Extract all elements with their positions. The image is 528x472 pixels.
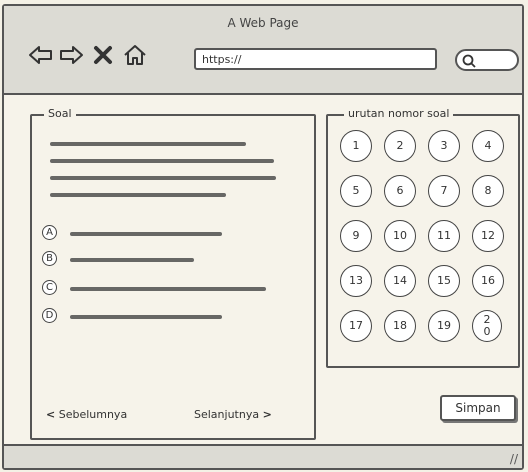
question-number-button[interactable]: 11	[428, 220, 460, 252]
browser-toolbar: A Web Page https://	[4, 6, 522, 95]
question-number-button[interactable]: 9	[340, 220, 372, 252]
option-c-text	[70, 287, 266, 291]
home-icon[interactable]	[122, 42, 148, 68]
question-number-button[interactable]: 8	[472, 175, 504, 207]
question-number-button[interactable]: 10	[384, 220, 416, 252]
question-number-button[interactable]: 4	[472, 130, 504, 162]
option-c-radio[interactable]: C	[42, 280, 57, 295]
option-d-radio[interactable]: D	[42, 308, 57, 323]
question-text-line	[50, 159, 274, 163]
question-number-button[interactable]: 18	[384, 310, 416, 342]
question-number-button[interactable]: 19	[428, 310, 460, 342]
save-button[interactable]: Simpan	[440, 395, 516, 421]
previous-label: Sebelumnya	[58, 408, 128, 421]
question-number-button[interactable]: 14	[384, 265, 416, 297]
option-b-text	[70, 258, 194, 262]
question-number-button[interactable]: 12	[472, 220, 504, 252]
question-panel-legend: Soal	[44, 107, 76, 120]
search-icon	[462, 54, 476, 68]
option-b-radio[interactable]: B	[42, 251, 57, 266]
question-text-line	[50, 176, 276, 180]
question-number-button[interactable]: 17	[340, 310, 372, 342]
option-d-text	[70, 315, 222, 319]
back-arrow-icon[interactable]	[28, 42, 54, 68]
status-bar: //	[4, 444, 522, 468]
question-number-button[interactable]: 15	[428, 265, 460, 297]
question-number-button[interactable]: 7	[428, 175, 460, 207]
next-button[interactable]: Selanjutnya >	[194, 408, 272, 421]
question-number-button[interactable]: 6	[384, 175, 416, 207]
question-number-button[interactable]: 3	[428, 130, 460, 162]
question-number-button[interactable]: 13	[340, 265, 372, 297]
close-x-icon[interactable]	[90, 42, 116, 68]
next-label: Selanjutnya	[194, 408, 260, 421]
forward-arrow-icon[interactable]	[58, 42, 84, 68]
question-number-button[interactable]: 16	[472, 265, 504, 297]
question-number-button[interactable]: 20	[472, 310, 502, 342]
option-a-text	[70, 232, 222, 236]
option-a-radio[interactable]: A	[42, 225, 57, 240]
previous-button[interactable]: < Sebelumnya	[46, 408, 127, 421]
question-text-line	[50, 142, 246, 146]
chevron-left-icon: <	[46, 408, 56, 421]
question-number-button[interactable]: 1	[340, 130, 372, 162]
chevron-right-icon: >	[262, 408, 272, 421]
question-number-grid: 1 2 3 4 5 6 7 8 9 10 11 12 13 14 15 16 1…	[340, 130, 516, 342]
question-number-legend: urutan nomor soal	[344, 107, 454, 120]
resize-grip-icon[interactable]: //	[510, 452, 518, 466]
url-field[interactable]: https://	[194, 48, 437, 70]
question-number-button[interactable]: 2	[384, 130, 416, 162]
question-number-button[interactable]: 5	[340, 175, 372, 207]
question-text-line	[50, 193, 226, 197]
browser-window: A Web Page https:// Soal A B C D < Sebel	[2, 4, 524, 470]
search-box[interactable]	[455, 49, 519, 71]
window-title: A Web Page	[227, 16, 299, 30]
